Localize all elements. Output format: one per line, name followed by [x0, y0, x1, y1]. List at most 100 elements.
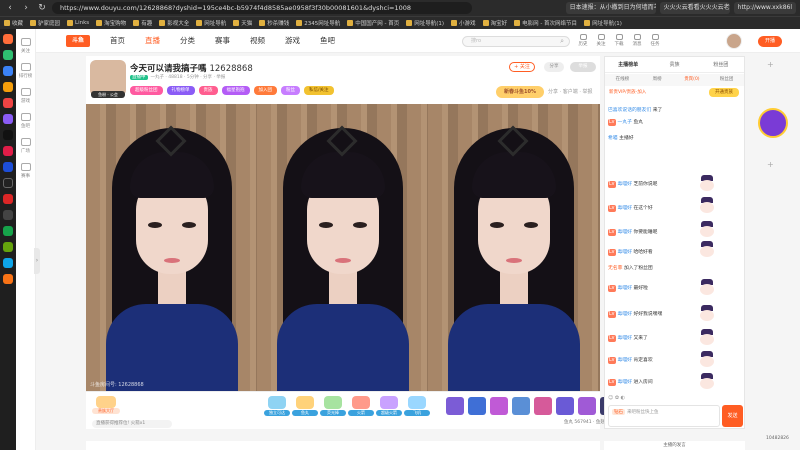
open-noble-button[interactable]: 开通贵族 [709, 88, 739, 97]
app-icon[interactable] [3, 258, 13, 268]
app-icon[interactable] [3, 162, 13, 172]
open-live-button[interactable]: 开播 [758, 36, 782, 47]
back-icon[interactable]: ‹ [4, 3, 16, 13]
bookmark-item[interactable]: 小游戏 [451, 19, 476, 27]
follow-button[interactable]: + 关注 [509, 62, 535, 72]
sidebar-item-fishbar[interactable]: 鱼吧 [16, 113, 35, 129]
bookmark-item[interactable]: 驴家庭园 [30, 19, 60, 27]
bookmark-item[interactable]: 影视大全 [159, 19, 189, 27]
download-button[interactable]: 下载 [612, 34, 626, 47]
app-icon[interactable] [3, 178, 13, 188]
app-icon[interactable] [3, 114, 13, 124]
badge[interactable]: 超级粉丝团 [130, 86, 163, 95]
tab-streamer-rank[interactable]: 主播榜单 [605, 57, 651, 72]
badge[interactable]: 礼物榜单 [166, 86, 195, 95]
browser-tab-3[interactable]: http://www.xxk86l [733, 2, 796, 14]
follow-list-button[interactable]: 关注 [594, 34, 608, 47]
gift-thumb[interactable] [556, 397, 574, 415]
app-icon[interactable] [3, 34, 13, 44]
nav-live[interactable]: 直播 [145, 35, 160, 46]
bookmark-item[interactable]: 2345网址导航 [296, 19, 340, 27]
gift-thumb[interactable] [512, 397, 530, 415]
sidebar-item-rank[interactable]: 排行榜 [16, 63, 35, 79]
noble-hall-button[interactable]: 贵族大厅 [92, 396, 120, 418]
tab-noble[interactable]: 贵族 [651, 57, 697, 72]
tab-online[interactable]: 在线榜 [605, 74, 640, 86]
nav-events[interactable]: 赛事 [215, 35, 230, 46]
badge[interactable]: 福星抱抱 [221, 86, 250, 95]
browser-tab-2[interactable]: 火火火云看看火火火云老师 [659, 2, 730, 14]
gift-item[interactable]: 飞机 [404, 396, 430, 420]
sidebar-item-square[interactable]: 广场 [16, 138, 35, 154]
app-icon[interactable] [3, 274, 13, 284]
gift-thumb[interactable] [534, 397, 552, 415]
messages-button[interactable]: 消息 [630, 34, 644, 47]
color-icon[interactable]: ◐ [621, 395, 625, 401]
gift-thumb[interactable] [490, 397, 508, 415]
bookmark-item[interactable]: 电影网 - 首次网络节目 [514, 19, 577, 27]
sidebar-item-follow[interactable]: 关注 [16, 38, 35, 54]
gift-thumb[interactable] [446, 397, 464, 415]
gift-thumb[interactable] [468, 397, 486, 415]
bookmark-item[interactable]: 网址导航(1) [584, 19, 622, 27]
collapse-handle[interactable]: › [34, 248, 40, 274]
address-bar[interactable]: https://www.douyu.com/12628868?dyshid=19… [52, 2, 472, 14]
tasks-button[interactable]: 任务 [648, 34, 662, 47]
badge[interactable]: 私信/关注 [304, 86, 334, 95]
gift-item[interactable]: 独立可达 [264, 396, 290, 420]
bookmark-item[interactable]: 秒杀赚钱 [259, 19, 289, 27]
nav-fishbar[interactable]: 鱼吧 [320, 35, 335, 46]
gift-item[interactable]: 火箭 [348, 396, 374, 420]
reload-icon[interactable]: ↻ [36, 3, 48, 13]
sidebar-item-events[interactable]: 赛事 [16, 163, 35, 179]
app-icon[interactable] [3, 82, 13, 92]
sidebar-item-game[interactable]: 游戏 [16, 88, 35, 104]
bookmark-item[interactable]: 淘宝好 [482, 19, 507, 27]
bookmark-item[interactable]: 天猫 [233, 19, 252, 27]
rank-banner[interactable]: 新春斗鱼10% [496, 86, 544, 98]
forward-icon[interactable]: › [20, 3, 32, 13]
add-icon[interactable]: + [767, 60, 774, 69]
badge[interactable]: 加入团 [253, 86, 277, 95]
tab-weekly[interactable]: 周榜 [640, 74, 675, 86]
app-icon[interactable] [3, 194, 13, 204]
search-icon[interactable]: ⌕ [560, 37, 564, 46]
gift-item[interactable]: 鱼丸 [292, 396, 318, 420]
app-icon[interactable] [3, 50, 13, 60]
tab-streamer-speech[interactable]: 主播的发言 [604, 441, 745, 450]
app-icon[interactable] [3, 226, 13, 236]
gift-item[interactable]: 荧光棒 [320, 396, 346, 420]
bookmark-item[interactable]: 淘宝购物 [96, 19, 126, 27]
add-icon[interactable]: + [767, 160, 774, 169]
app-icon[interactable] [3, 210, 13, 220]
gift-icon[interactable]: ✿ [615, 395, 619, 401]
bookmark-item[interactable]: 收藏 [4, 19, 23, 27]
bookmark-item[interactable]: Links [67, 20, 89, 26]
share-links[interactable]: 分享 · 客户端 · 举报 [548, 88, 593, 95]
badge[interactable]: 贵族 [198, 86, 218, 95]
app-icon[interactable] [3, 66, 13, 76]
user-avatar[interactable] [726, 33, 742, 49]
app-icon[interactable] [3, 130, 13, 140]
bookmark-item[interactable]: 网址导航 [196, 19, 226, 27]
gift-item[interactable]: 超级火箭 [376, 396, 402, 420]
bookmark-item[interactable]: 有趣 [133, 19, 152, 27]
app-icon[interactable] [3, 242, 13, 252]
bookmark-item[interactable]: 网址导航(1) [406, 19, 444, 27]
nav-video[interactable]: 视频 [250, 35, 265, 46]
share-button[interactable]: 分享 [544, 62, 564, 72]
badge[interactable]: 粉丝 [281, 86, 300, 95]
nav-category[interactable]: 分类 [180, 35, 195, 46]
nav-games[interactable]: 游戏 [285, 35, 300, 46]
chat-chip[interactable]: 钻石 [612, 409, 625, 415]
search-input[interactable]: 搜ro ⌕ [462, 36, 570, 47]
chat-input[interactable]: 钻石 来吧粉丝快上鱼 [608, 405, 720, 427]
tab-vip[interactable]: 贵宾(0) [675, 74, 710, 86]
app-icon[interactable] [3, 98, 13, 108]
promo-badge[interactable] [758, 108, 788, 138]
report-button[interactable]: 举报 [570, 62, 596, 72]
site-logo[interactable]: 斗鱼 [66, 34, 90, 47]
video-player[interactable]: 斗鱼房间号: 12628868 [86, 104, 600, 391]
nav-home[interactable]: 首页 [110, 35, 125, 46]
tab-fan-club[interactable]: 粉丝团 [698, 57, 744, 72]
